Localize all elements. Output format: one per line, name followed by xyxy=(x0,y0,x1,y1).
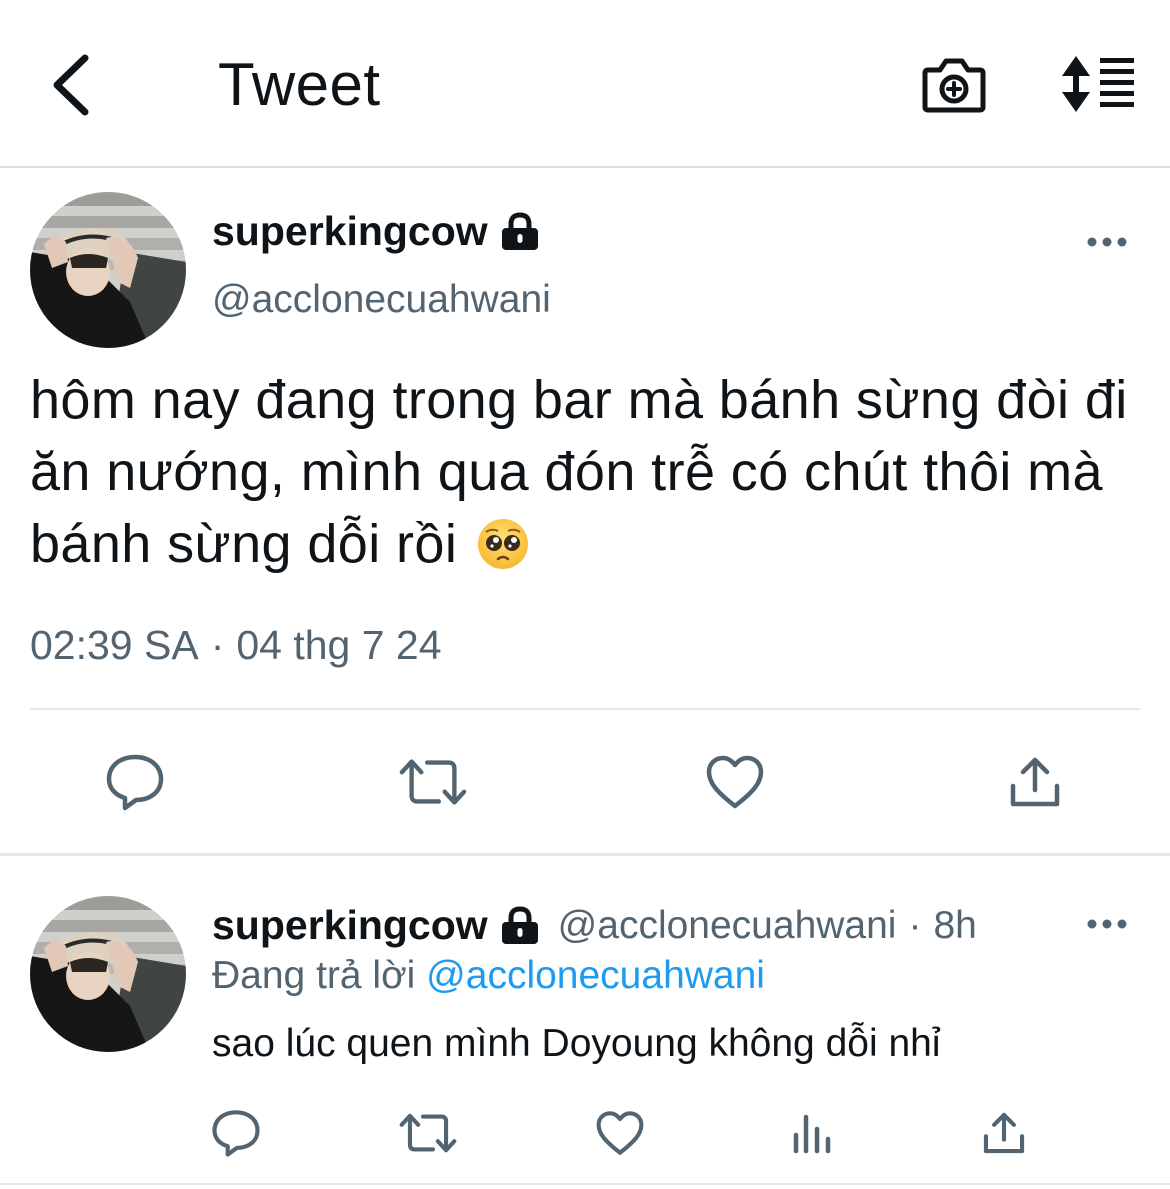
camera-button[interactable] xyxy=(916,48,992,120)
share-button[interactable] xyxy=(1000,747,1070,817)
reply-separator: · xyxy=(908,903,922,947)
more-options-button[interactable] xyxy=(1079,222,1135,262)
like-button[interactable] xyxy=(700,747,770,817)
sort-list-icon xyxy=(1062,56,1134,112)
heart-icon xyxy=(706,755,764,809)
reply-icon xyxy=(212,1110,260,1157)
reply-share-button[interactable] xyxy=(974,1103,1034,1163)
reply-icon xyxy=(106,754,164,811)
more-horizontal-icon xyxy=(1087,237,1127,247)
reply-display-name[interactable]: superkingcow xyxy=(212,902,488,949)
reply-button[interactable] xyxy=(100,747,170,817)
reply-reply-button[interactable] xyxy=(206,1103,266,1163)
reply-avatar[interactable] xyxy=(30,896,186,1052)
timestamp-separator: · xyxy=(210,622,225,668)
tweet-time: 02:39 SA xyxy=(30,622,199,668)
retweet-button[interactable] xyxy=(398,747,468,817)
replying-to-mention[interactable]: @acclonecuahwani xyxy=(426,954,765,997)
divider xyxy=(30,708,1140,710)
bottom-divider xyxy=(0,1183,1170,1185)
tweet-author[interactable]: superkingcow xyxy=(212,208,540,255)
chevron-left-icon xyxy=(53,54,89,116)
page-title: Tweet xyxy=(218,51,381,118)
replying-to: Đang trả lời @acclonecuahwani xyxy=(212,954,765,998)
reply-more-options-button[interactable] xyxy=(1079,904,1135,944)
reply-views-button[interactable] xyxy=(782,1103,842,1163)
avatar[interactable] xyxy=(30,192,186,348)
share-icon xyxy=(1010,757,1060,807)
sort-button[interactable] xyxy=(1056,48,1140,120)
tweet-text: hôm nay đang trong bar mà bánh sừng đòi … xyxy=(30,364,1140,580)
tweet-timestamp: 02:39 SA · 04 thg 7 24 xyxy=(30,622,442,669)
lock-icon xyxy=(500,905,540,946)
share-icon xyxy=(983,1112,1025,1154)
reply-retweet-button[interactable] xyxy=(398,1103,458,1163)
tweet-text-body: hôm nay đang trong bar mà bánh sừng đòi … xyxy=(30,370,1128,574)
lock-icon xyxy=(500,211,540,252)
display-name[interactable]: superkingcow xyxy=(212,208,488,255)
more-horizontal-icon xyxy=(1087,919,1127,929)
reply-author-row: superkingcow @acclonecuahwani · 8h xyxy=(212,902,977,949)
heart-icon xyxy=(596,1111,644,1155)
reply-author-handle[interactable]: @acclonecuahwani xyxy=(558,904,897,948)
author-handle[interactable]: @acclonecuahwani xyxy=(212,278,551,322)
avatar-photo xyxy=(30,896,186,1052)
replying-prefix: Đang trả lời xyxy=(212,954,416,997)
retweet-icon xyxy=(399,759,467,805)
reply-age: 8h xyxy=(933,903,977,947)
camera-plus-icon xyxy=(922,58,986,113)
pleading-face-emoji xyxy=(477,516,529,569)
tweet-date: 04 thg 7 24 xyxy=(236,622,442,668)
reply-text: sao lúc quen mình Doyoung không dỗi nhỉ xyxy=(212,1022,941,1065)
section-divider xyxy=(0,853,1170,856)
top-nav-bar: Tweet xyxy=(0,0,1170,168)
avatar-photo xyxy=(30,192,186,348)
views-icon xyxy=(793,1114,831,1154)
back-button[interactable] xyxy=(30,40,110,130)
retweet-icon xyxy=(399,1113,457,1153)
reply-like-button[interactable] xyxy=(590,1103,650,1163)
